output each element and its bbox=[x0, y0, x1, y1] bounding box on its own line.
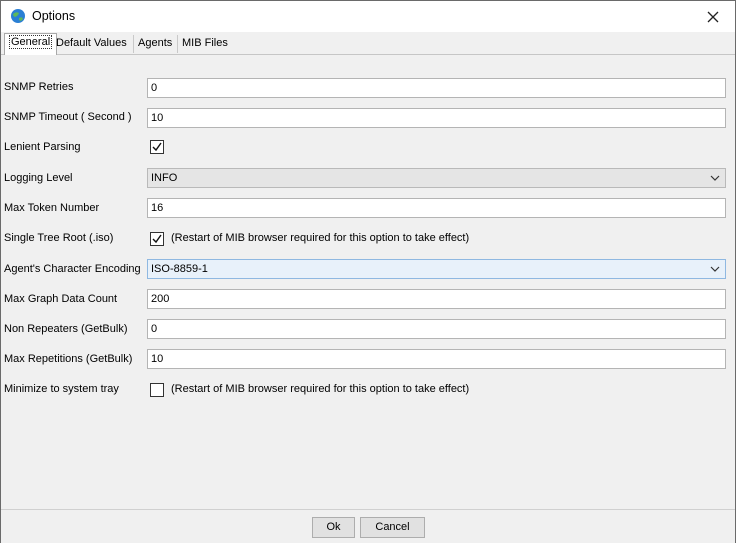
max-graph-data-count-label: Max Graph Data Count bbox=[4, 293, 118, 305]
agent-encoding-value: ISO-8859-1 bbox=[151, 263, 208, 275]
single-tree-root-checkbox[interactable] bbox=[150, 232, 164, 246]
minimize-tray-label: Minimize to system tray bbox=[4, 383, 119, 395]
tab-general[interactable]: General bbox=[4, 33, 58, 55]
chevron-down-icon bbox=[710, 266, 720, 272]
non-repeaters-input[interactable]: 0 bbox=[147, 319, 726, 339]
snmp-retries-label: SNMP Retries bbox=[4, 81, 74, 93]
max-repetitions-input[interactable]: 10 bbox=[147, 349, 726, 369]
snmp-timeout-input[interactable]: 10 bbox=[147, 108, 726, 128]
minimize-tray-note: (Restart of MIB browser required for thi… bbox=[171, 383, 470, 395]
title-bar: Options bbox=[1, 1, 735, 32]
general-tab-panel: SNMP Retries 0 SNMP Timeout ( Second ) 1… bbox=[1, 55, 735, 509]
non-repeaters-label: Non Repeaters (GetBulk) bbox=[4, 323, 128, 335]
minimize-tray-checkbox[interactable] bbox=[150, 383, 164, 397]
snmp-timeout-label: SNMP Timeout ( Second ) bbox=[4, 111, 132, 123]
single-tree-root-label: Single Tree Root (.iso) bbox=[4, 232, 114, 244]
logging-level-select[interactable]: INFO bbox=[147, 168, 726, 188]
agent-encoding-select[interactable]: ISO-8859-1 bbox=[147, 259, 726, 279]
tab-agents[interactable]: Agents bbox=[133, 35, 176, 53]
max-token-number-label: Max Token Number bbox=[4, 202, 100, 214]
lenient-parsing-checkbox[interactable] bbox=[150, 140, 164, 154]
checkmark-icon bbox=[152, 142, 162, 152]
close-button[interactable] bbox=[691, 1, 735, 32]
max-token-number-input[interactable]: 16 bbox=[147, 198, 726, 218]
tab-bar: General Default Values Agents MIB Files bbox=[1, 32, 735, 55]
options-window: Options General Default Values Agents MI… bbox=[0, 0, 736, 543]
single-tree-root-note: (Restart of MIB browser required for thi… bbox=[171, 232, 470, 244]
lenient-parsing-label: Lenient Parsing bbox=[4, 141, 81, 153]
checkmark-icon bbox=[152, 234, 162, 244]
logging-level-value: INFO bbox=[151, 172, 178, 184]
globe-icon bbox=[10, 8, 26, 24]
window-title: Options bbox=[32, 9, 76, 23]
max-graph-data-count-input[interactable]: 200 bbox=[147, 289, 726, 309]
chevron-down-icon bbox=[710, 175, 720, 181]
tab-default-values[interactable]: Default Values bbox=[52, 35, 131, 53]
close-icon bbox=[707, 11, 719, 22]
tab-mib-files[interactable]: MIB Files bbox=[177, 35, 232, 53]
dialog-footer: Ok Cancel bbox=[1, 509, 735, 543]
logging-level-label: Logging Level bbox=[4, 172, 73, 184]
max-repetitions-label: Max Repetitions (GetBulk) bbox=[4, 353, 133, 365]
ok-button[interactable]: Ok bbox=[312, 517, 355, 538]
agent-encoding-label: Agent's Character Encoding bbox=[4, 263, 141, 275]
snmp-retries-input[interactable]: 0 bbox=[147, 78, 726, 98]
cancel-button[interactable]: Cancel bbox=[360, 517, 425, 538]
